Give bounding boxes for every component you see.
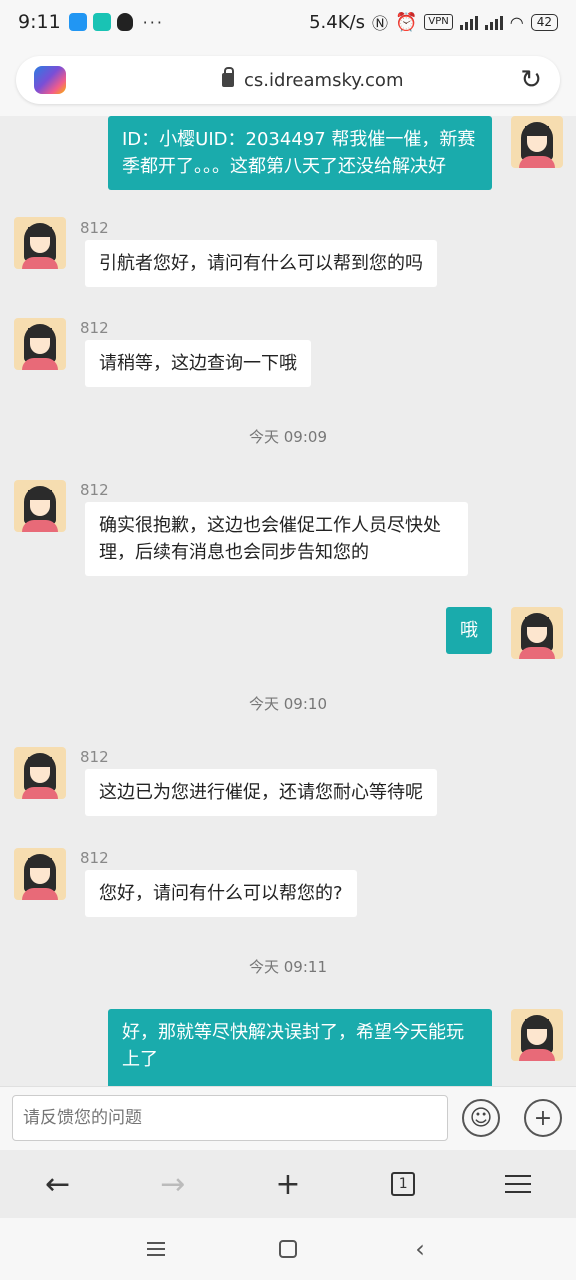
alarm-icon: ⏰ bbox=[394, 11, 418, 33]
nfc-icon: Ⓝ bbox=[371, 14, 388, 33]
copilot-icon[interactable] bbox=[34, 66, 66, 94]
user-avatar[interactable] bbox=[511, 1009, 563, 1061]
status-right: 5.4K/s Ⓝ ⏰ VPN ◠ 42 bbox=[309, 10, 558, 34]
battery-icon: 42 bbox=[530, 13, 558, 31]
tab-count: 1 bbox=[391, 1172, 416, 1196]
user-avatar[interactable] bbox=[511, 116, 563, 168]
browser-toolbar: cs.idreamsky.com ↻ bbox=[0, 44, 576, 116]
hamburger-icon bbox=[505, 1175, 532, 1193]
incoming-message: 您好，请问有什么可以帮您的? bbox=[85, 870, 357, 917]
agent-name: 812 bbox=[80, 481, 109, 499]
add-attachment-button[interactable]: + bbox=[524, 1099, 562, 1137]
back-button[interactable]: ← bbox=[28, 1159, 88, 1209]
feedback-input[interactable] bbox=[12, 1095, 448, 1141]
agent-avatar[interactable] bbox=[14, 848, 66, 900]
emoji-icon: ☺ bbox=[469, 1105, 493, 1131]
status-time: 9:11 bbox=[18, 11, 61, 33]
tabs-button[interactable]: 1 bbox=[373, 1159, 433, 1209]
more-notifications-icon: ··· bbox=[142, 12, 164, 32]
outgoing-message: ID：小樱UID：2034497 帮我催一催，新赛季都开了。。。这都第八天了还没… bbox=[108, 116, 492, 190]
net-speed: 5.4K/s bbox=[309, 11, 365, 33]
home-icon bbox=[279, 1240, 297, 1258]
address-bar[interactable]: cs.idreamsky.com ↻ bbox=[16, 56, 560, 104]
system-navigation: ‹ bbox=[0, 1218, 576, 1280]
wifi-icon: ◠ bbox=[509, 12, 524, 32]
back-arrow-icon: ← bbox=[45, 1166, 71, 1202]
time-separator: 今天 09:09 bbox=[249, 428, 327, 446]
chat-area[interactable]: ID：小樱UID：2034497 帮我催一催，新赛季都开了。。。这都第八天了还没… bbox=[0, 116, 576, 1086]
agent-avatar[interactable] bbox=[14, 217, 66, 269]
system-back-icon: ‹ bbox=[415, 1235, 425, 1263]
incoming-message: 这边已为您进行催促，还请您耐心等待呢 bbox=[85, 769, 437, 816]
outgoing-message: 哦 bbox=[446, 607, 492, 654]
time-separator: 今天 09:10 bbox=[249, 695, 327, 713]
url-text[interactable]: cs.idreamsky.com bbox=[244, 70, 403, 91]
agent-name: 812 bbox=[80, 219, 109, 237]
menu-button[interactable] bbox=[488, 1159, 548, 1209]
plus-icon: + bbox=[533, 1105, 553, 1131]
agent-name: 812 bbox=[80, 319, 109, 337]
emoji-button[interactable]: ☺ bbox=[462, 1099, 500, 1137]
user-avatar[interactable] bbox=[511, 607, 563, 659]
status-bar: 9:11 ··· 5.4K/s Ⓝ ⏰ VPN ◠ 42 bbox=[0, 0, 576, 44]
system-back-button[interactable]: ‹ bbox=[395, 1229, 445, 1269]
browser-navigation: ← → + 1 bbox=[0, 1150, 576, 1218]
agent-avatar[interactable] bbox=[14, 480, 66, 532]
vpn-badge: VPN bbox=[424, 14, 453, 30]
lock-icon[interactable] bbox=[222, 67, 234, 87]
message-input-bar: ☺ + bbox=[0, 1086, 576, 1150]
signal-icon-2 bbox=[484, 14, 503, 30]
incoming-message: 引航者您好，请问有什么可以帮到您的吗 bbox=[85, 240, 437, 287]
forward-arrow-icon: → bbox=[160, 1166, 186, 1202]
signal-icon-1 bbox=[459, 14, 478, 30]
agent-name: 812 bbox=[80, 849, 109, 867]
incoming-message: 请稍等，这边查询一下哦 bbox=[85, 340, 311, 387]
agent-name: 812 bbox=[80, 748, 109, 766]
recent-apps-button[interactable] bbox=[131, 1229, 181, 1269]
recent-apps-icon bbox=[147, 1242, 165, 1256]
new-tab-button[interactable]: + bbox=[258, 1159, 318, 1209]
forward-button[interactable]: → bbox=[143, 1159, 203, 1209]
agent-avatar[interactable] bbox=[14, 747, 66, 799]
app-notification-icon bbox=[92, 13, 111, 31]
cloud-icon bbox=[68, 13, 87, 31]
time-separator: 今天 09:11 bbox=[249, 958, 327, 976]
agent-avatar[interactable] bbox=[14, 318, 66, 370]
home-button[interactable] bbox=[263, 1229, 313, 1269]
outgoing-message: 好，那就等尽快解决误封了，希望今天能玩上了 bbox=[108, 1009, 492, 1086]
qq-icon bbox=[116, 13, 133, 31]
plus-icon: + bbox=[275, 1166, 301, 1202]
reload-icon[interactable]: ↻ bbox=[520, 67, 542, 93]
incoming-message: 确实很抱歉，这边也会催促工作人员尽快处理，后续有消息也会同步告知您的 bbox=[85, 502, 468, 576]
